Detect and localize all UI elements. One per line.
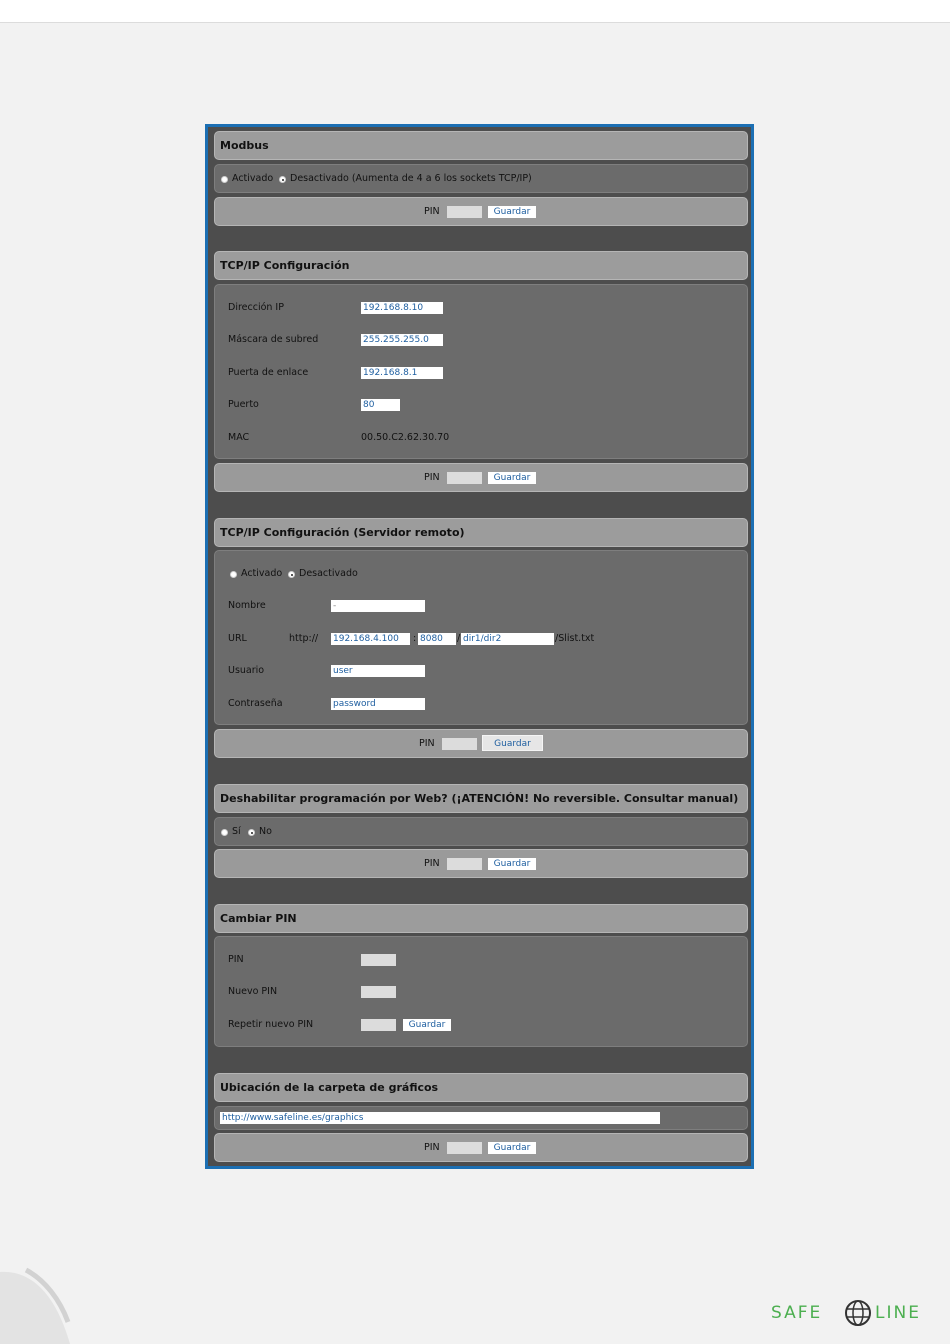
tcpip-save-row: PIN Guardar <box>214 463 748 492</box>
remote-pin-input[interactable] <box>442 738 477 750</box>
modbus-off-radio[interactable] <box>279 176 286 183</box>
current-pin-label: PIN <box>228 954 244 965</box>
port-label: Puerto <box>228 399 259 410</box>
mac-label: MAC <box>228 432 250 443</box>
safeline-logo: SAFE LINE <box>771 1297 933 1331</box>
mask-label: Máscara de subred <box>228 334 319 345</box>
disable-web-header: Deshabilitar programación por Web? (¡ATE… <box>214 784 748 813</box>
remote-title: TCP/IP Configuración (Servidor remoto) <box>220 526 465 539</box>
graphics-save-row: PIN Guardar <box>214 1133 748 1162</box>
ip-input[interactable]: 192.168.8.10 <box>361 302 443 314</box>
remote-url-label: URL <box>228 633 247 644</box>
remote-user-input[interactable]: user <box>331 665 425 677</box>
remote-url-colon: : <box>413 633 417 644</box>
modbus-header: Modbus <box>214 131 748 160</box>
disable-web-save-button[interactable]: Guardar <box>488 858 536 870</box>
modbus-on-label: Activado <box>232 173 274 184</box>
disable-web-options: Sí No <box>214 817 748 846</box>
modbus-save-button[interactable]: Guardar <box>488 206 536 218</box>
disable-web-yes-radio[interactable] <box>221 829 228 836</box>
remote-body: Activado Desactivado Nombre - URL http:/… <box>214 550 748 725</box>
remote-save-button[interactable]: Guardar <box>482 735 543 751</box>
mask-input[interactable]: 255.255.255.0 <box>361 334 443 346</box>
logo-text-right: LINE <box>875 1303 921 1323</box>
logo-text-left: SAFE <box>771 1303 822 1323</box>
remote-on-radio[interactable] <box>230 571 237 578</box>
disable-web-no-label: No <box>259 826 272 837</box>
remote-name-label: Nombre <box>228 600 266 611</box>
remote-off-radio[interactable] <box>288 571 295 578</box>
remote-name-input[interactable]: - <box>331 600 425 612</box>
tcpip-header: TCP/IP Configuración <box>214 251 748 280</box>
remote-port-input[interactable]: 8080 <box>418 633 456 645</box>
globe-icon <box>845 1300 871 1326</box>
tcpip-title: TCP/IP Configuración <box>220 259 350 272</box>
port-input[interactable]: 80 <box>361 399 400 411</box>
modbus-options: Activado Desactivado (Aumenta de 4 a 6 l… <box>214 164 748 193</box>
tcpip-save-button[interactable]: Guardar <box>488 472 536 484</box>
graphics-header: Ubicación de la carpeta de gráficos <box>214 1073 748 1102</box>
new-pin-input[interactable] <box>361 986 396 998</box>
gateway-input[interactable]: 192.168.8.1 <box>361 367 443 379</box>
corner-decoration <box>0 1267 71 1344</box>
mac-value: 00.50.C2.62.30.70 <box>361 432 450 443</box>
modbus-save-row: PIN Guardar <box>214 197 748 226</box>
remote-save-row: PIN Guardar <box>214 729 748 758</box>
remote-password-label: Contraseña <box>228 698 283 709</box>
repeat-pin-label: Repetir nuevo PIN <box>228 1019 314 1030</box>
current-pin-input[interactable] <box>361 954 396 966</box>
remote-pin-label: PIN <box>419 738 435 749</box>
change-pin-save-button[interactable]: Guardar <box>403 1019 451 1031</box>
modbus-on-radio[interactable] <box>221 176 228 183</box>
tcpip-pin-input[interactable] <box>447 472 482 484</box>
modbus-pin-label: PIN <box>424 206 440 217</box>
graphics-pin-label: PIN <box>424 1142 440 1153</box>
remote-on-label: Activado <box>241 568 283 579</box>
tcpip-body: Dirección IP 192.168.8.10 Máscara de sub… <box>214 284 748 459</box>
disable-web-save-row: PIN Guardar <box>214 849 748 878</box>
remote-host-input[interactable]: 192.168.4.100 <box>331 633 410 645</box>
change-pin-body: PIN Nuevo PIN Repetir nuevo PIN Guardar <box>214 936 748 1047</box>
gateway-label: Puerta de enlace <box>228 367 309 378</box>
graphics-title: Ubicación de la carpeta de gráficos <box>220 1081 439 1094</box>
remote-path-input[interactable]: dir1/dir2 <box>461 633 554 645</box>
remote-url-slash: / <box>457 633 461 644</box>
change-pin-title: Cambiar PIN <box>220 912 297 925</box>
modbus-pin-input[interactable] <box>447 206 482 218</box>
disable-web-title: Deshabilitar programación por Web? (¡ATE… <box>220 792 739 805</box>
remote-url-suffix: /Slist.txt <box>555 633 595 644</box>
graphics-url-input[interactable]: http://www.safeline.es/graphics <box>220 1112 660 1124</box>
disable-web-pin-input[interactable] <box>447 858 482 870</box>
disable-web-pin-label: PIN <box>424 858 440 869</box>
tcpip-pin-label: PIN <box>424 472 440 483</box>
graphics-pin-input[interactable] <box>447 1142 482 1154</box>
new-pin-label: Nuevo PIN <box>228 986 278 997</box>
modbus-off-label: Desactivado (Aumenta de 4 a 6 los socket… <box>290 173 532 184</box>
remote-url-prefix: http:// <box>289 633 319 644</box>
ip-label: Dirección IP <box>228 302 284 313</box>
disable-web-yes-label: Sí <box>232 826 241 837</box>
page-top-strip <box>0 0 950 23</box>
modbus-title: Modbus <box>220 139 269 152</box>
disable-web-no-radio[interactable] <box>248 829 255 836</box>
config-panel: Modbus Activado Desactivado (Aumenta de … <box>205 124 754 1169</box>
graphics-body: http://www.safeline.es/graphics <box>214 1106 748 1130</box>
repeat-pin-input[interactable] <box>361 1019 396 1031</box>
remote-off-label: Desactivado <box>299 568 358 579</box>
change-pin-header: Cambiar PIN <box>214 904 748 933</box>
remote-password-input[interactable]: password <box>331 698 425 710</box>
remote-user-label: Usuario <box>228 665 265 676</box>
graphics-save-button[interactable]: Guardar <box>488 1142 536 1154</box>
remote-header: TCP/IP Configuración (Servidor remoto) <box>214 518 748 547</box>
